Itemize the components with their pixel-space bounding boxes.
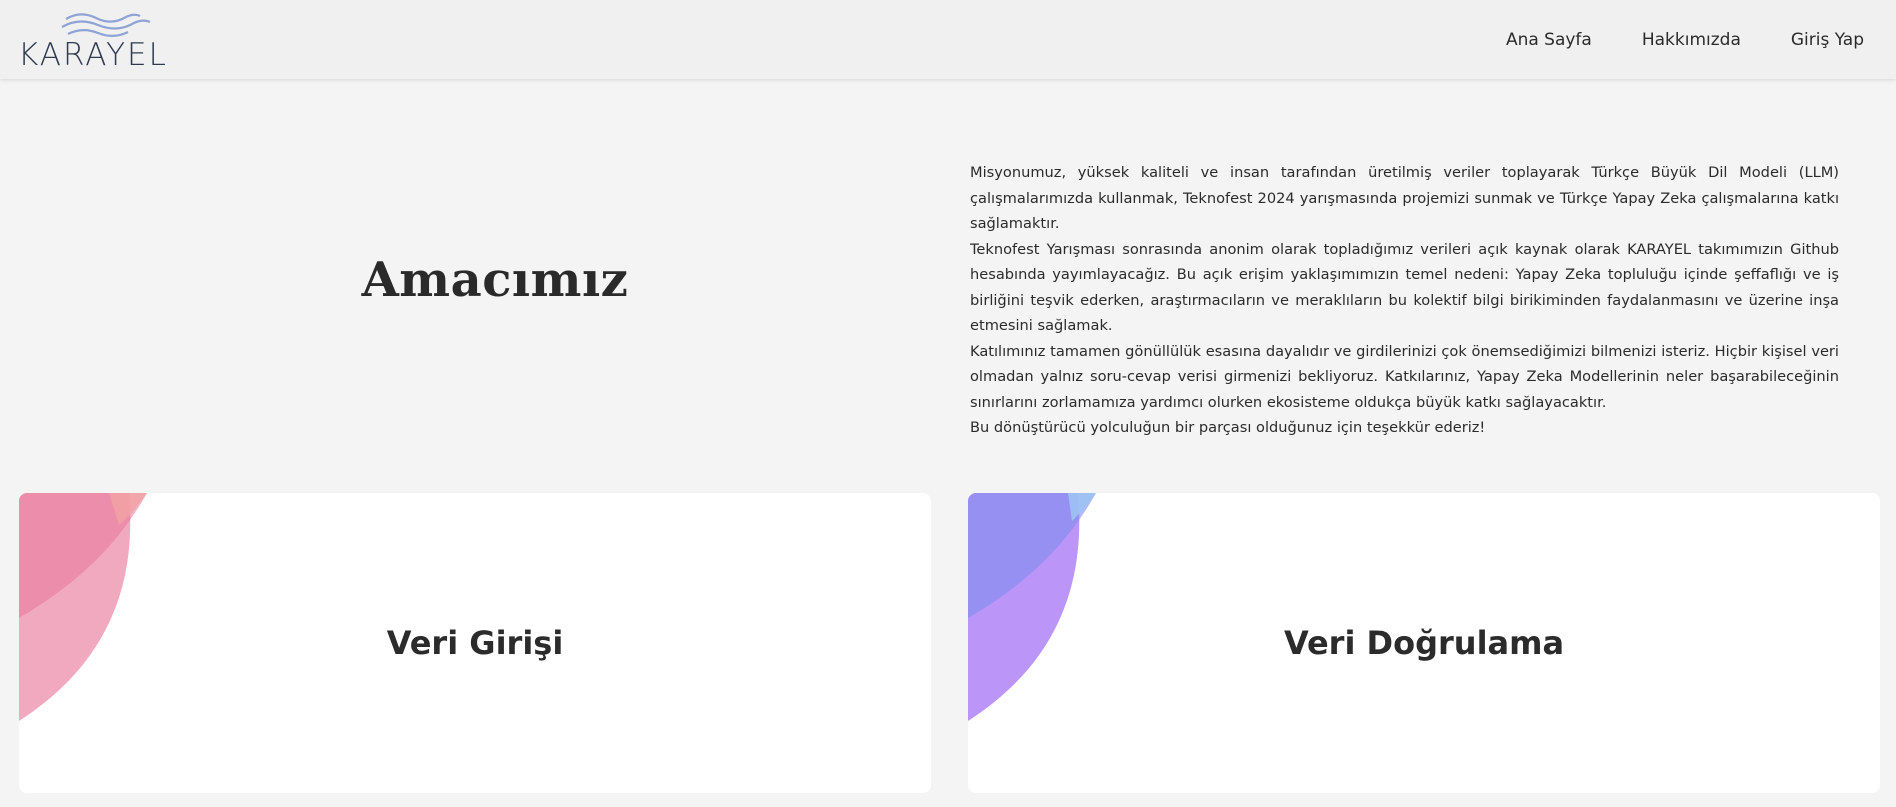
karayel-logo[interactable]: KARAYEL bbox=[18, 12, 180, 73]
data-entry-card[interactable]: Veri Girişi bbox=[19, 493, 931, 793]
page-title: Amacımız bbox=[361, 252, 629, 308]
pink-blob-decoration bbox=[19, 493, 147, 721]
purple-blob-decoration bbox=[968, 493, 1096, 721]
nav-links: Ana Sayfa Hakkımızda Giriş Yap bbox=[1506, 0, 1864, 79]
nav-home[interactable]: Ana Sayfa bbox=[1506, 30, 1592, 50]
card-title: Veri Doğrulama bbox=[1283, 624, 1565, 662]
card-title: Veri Girişi bbox=[386, 624, 564, 662]
logo-text: KARAYEL bbox=[18, 37, 168, 73]
data-validation-card[interactable]: Veri Doğrulama bbox=[968, 493, 1880, 793]
mission-paragraph: Bu dönüştürücü yolculuğun bir parçası ol… bbox=[970, 419, 1486, 436]
nav-login[interactable]: Giriş Yap bbox=[1791, 30, 1864, 50]
mission-paragraph: Teknofest Yarışması sonrasında anonim ol… bbox=[970, 240, 1839, 335]
mission-text: Misyonumuz, yüksek kaliteli ve insan tar… bbox=[970, 160, 1839, 441]
mission-paragraph: Katılımınız tamamen gönüllülük esasına d… bbox=[970, 342, 1839, 411]
top-navbar: KARAYEL Ana Sayfa Hakkımızda Giriş Yap bbox=[0, 0, 1896, 79]
mission-paragraph: Misyonumuz, yüksek kaliteli ve insan tar… bbox=[970, 164, 1839, 232]
nav-about[interactable]: Hakkımızda bbox=[1642, 30, 1741, 50]
